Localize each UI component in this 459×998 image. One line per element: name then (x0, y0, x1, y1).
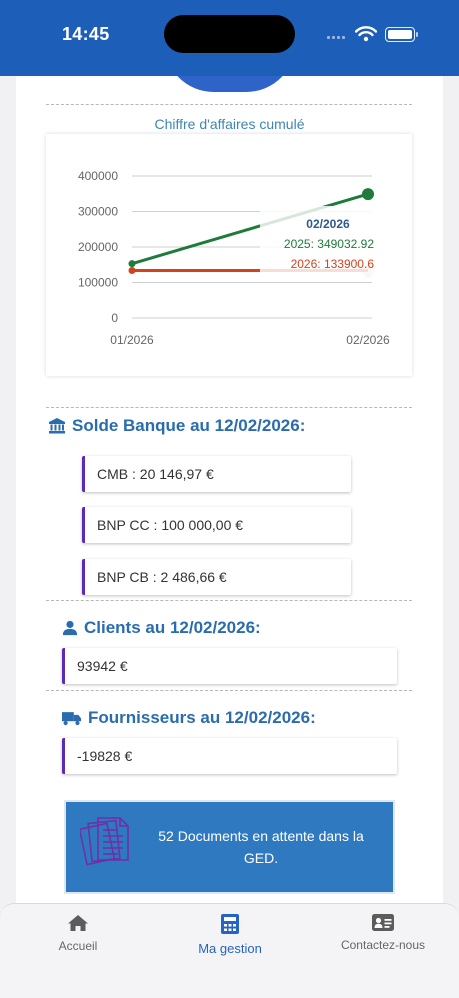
ged-documents-banner[interactable]: 52 Documents en attente dans la GED. (64, 800, 395, 894)
tab-contactez-nous[interactable]: Contactez-nous (336, 914, 430, 952)
clients-section-title: Clients au 12/02/2026: (62, 618, 261, 638)
data-point-2025 (362, 188, 374, 201)
battery-nub (416, 32, 418, 37)
user-icon (62, 620, 78, 636)
status-time: 14:45 (62, 24, 110, 44)
documents-icon (80, 817, 129, 866)
divider (46, 600, 412, 601)
divider (46, 104, 412, 105)
y-tick-label: 0 (111, 311, 118, 325)
bank-section-title: Solde Banque au 12/02/2026: (48, 416, 305, 436)
x-tick-label: 01/2026 (110, 333, 154, 347)
bank-account-bnp-cc: BNP CC : 100 000,00 € (97, 517, 244, 533)
contact-card-icon (372, 914, 394, 931)
tooltip-line-2026: 2026: 133900.6 (291, 257, 375, 271)
suppliers-value: -19828 € (77, 748, 133, 764)
truck-icon (62, 711, 82, 725)
bank-account-card: BNP CC : 100 000,00 € (82, 507, 351, 543)
dynamic-island (164, 15, 295, 53)
tab-ma-gestion[interactable]: Ma gestion (190, 914, 270, 956)
main-content: Chiffre d'affaires cumulé 400000 300000 20… (16, 42, 443, 916)
tab-accueil[interactable]: Accueil (50, 914, 106, 953)
clients-title: Clients au 12/02/2026: (84, 618, 261, 637)
calculator-icon (221, 914, 239, 934)
tooltip-line-2025: 2025: 349032.92 (284, 237, 374, 251)
y-tick-label: 100000 (78, 276, 118, 290)
bank-account-bnp-cb: BNP CB : 2 486,66 € (97, 569, 227, 585)
divider (46, 690, 412, 691)
battery-icon (385, 27, 415, 42)
wifi-icon (355, 26, 377, 42)
bank-icon (49, 418, 65, 434)
clients-value-card: 93942 € (62, 648, 397, 684)
y-tick-label: 400000 (78, 169, 118, 183)
status-bar: 14:45 (0, 0, 459, 76)
ged-text: 52 Documents en attente dans la GED. (158, 828, 364, 866)
bank-title: Solde Banque au 12/02/2026: (72, 416, 306, 435)
tab-label: Accueil (58, 939, 98, 953)
data-point-2026 (128, 266, 136, 274)
chart-title: Chiffre d'affaires cumulé (154, 116, 305, 132)
suppliers-value-card: -19828 € (62, 738, 397, 774)
x-tick-label: 02/2026 (346, 333, 390, 347)
home-icon (68, 915, 88, 931)
revenue-chart[interactable]: 400000 300000 200000 100000 0 01/2026 02/2026 0… (46, 134, 412, 376)
y-tick-label: 200000 (78, 240, 118, 254)
tooltip-title: 02/2026 (306, 217, 350, 231)
bottom-tab-bar: Accueil Ma gestion Contactez-nous (0, 903, 459, 998)
tab-label: Ma gestion (198, 941, 262, 956)
clients-value: 93942 € (77, 658, 128, 674)
bank-account-card: CMB : 20 146,97 € (82, 456, 351, 492)
chart-svg: 400000 300000 200000 100000 0 01/2026 02/2026 0… (78, 169, 390, 347)
signal-icon (327, 33, 349, 39)
bank-account-cmb: CMB : 20 146,97 € (97, 466, 214, 482)
data-point-2025 (128, 260, 136, 268)
suppliers-section-title: Fournisseurs au 12/02/2026: (62, 708, 316, 728)
divider (46, 407, 412, 408)
y-tick-label: 300000 (78, 205, 118, 219)
suppliers-title: Fournisseurs au 12/02/2026: (88, 708, 316, 727)
bank-account-card: BNP CB : 2 486,66 € (82, 559, 351, 595)
tab-label: Contactez-nous (340, 938, 426, 952)
